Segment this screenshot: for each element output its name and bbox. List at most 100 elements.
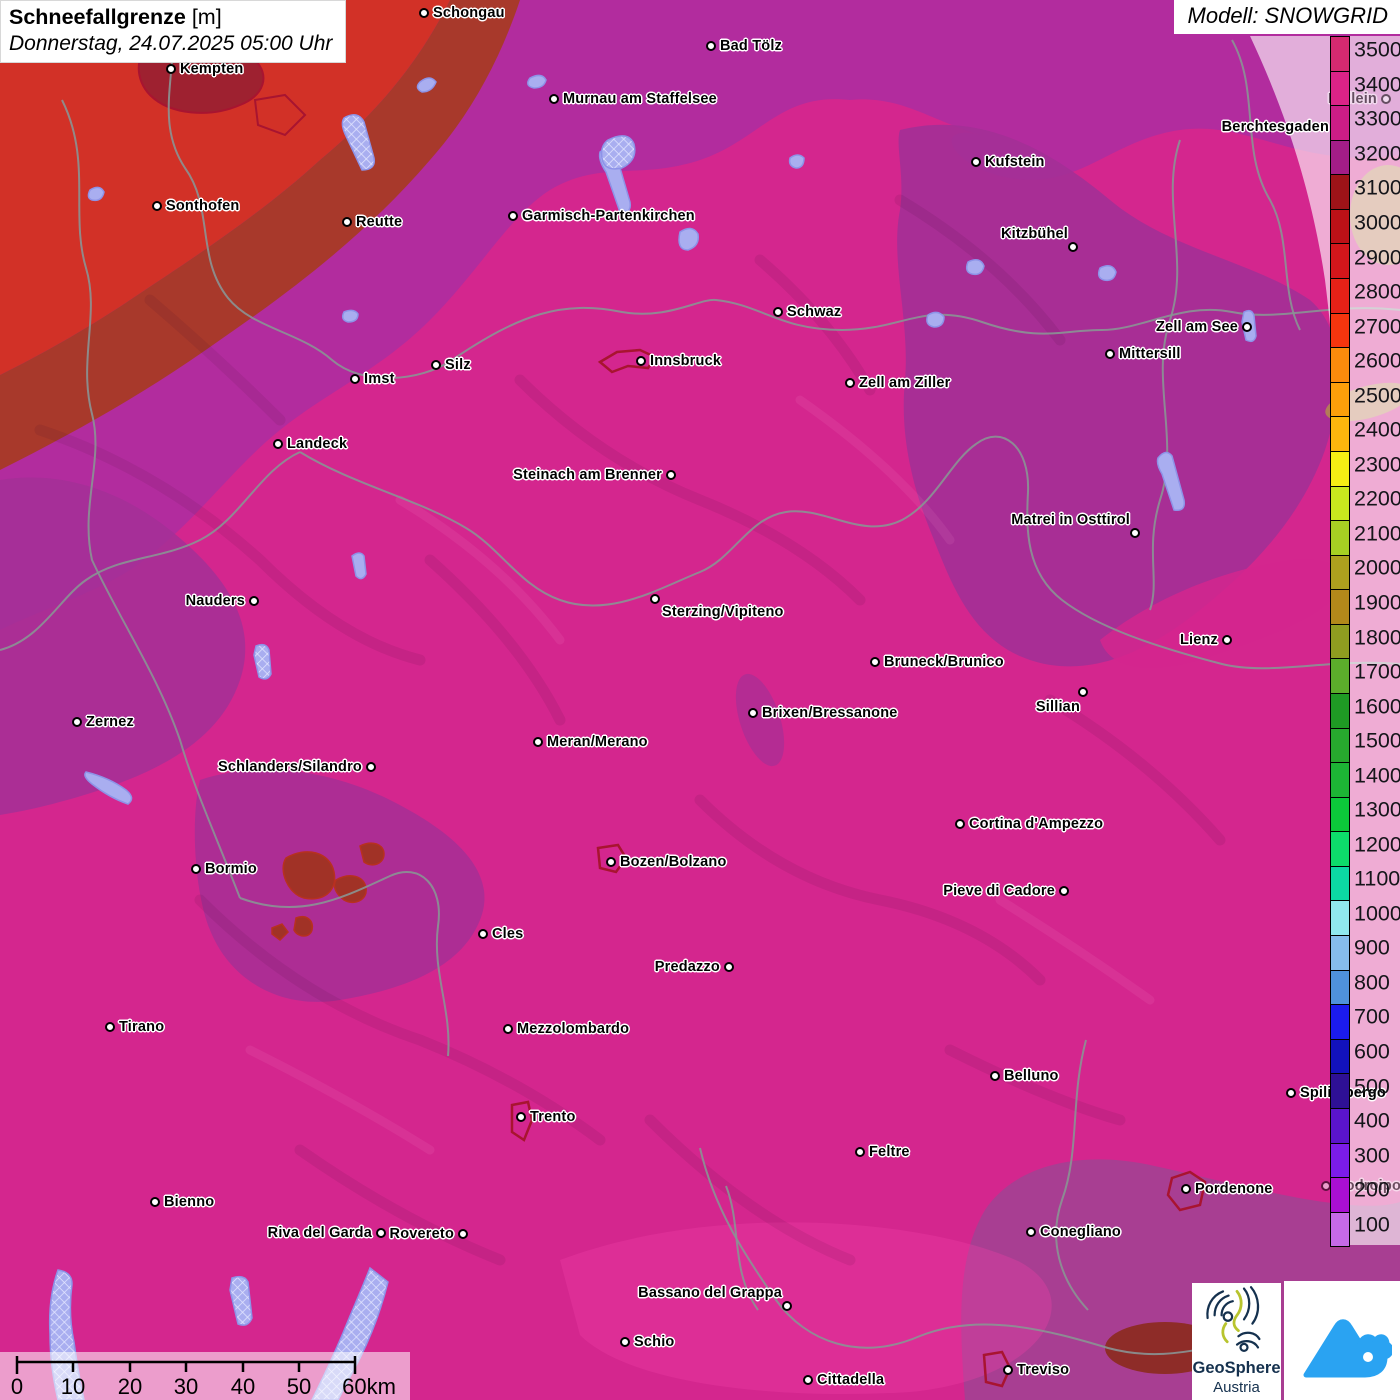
city-label: Zell am See <box>1156 319 1238 335</box>
scale-tick-label: 30 <box>173 1374 199 1399</box>
city-dot <box>1058 885 1069 896</box>
colorbar-segment <box>1331 417 1349 452</box>
colorbar-segment <box>1331 279 1349 314</box>
geosphere-logo-icon <box>1205 1286 1261 1353</box>
city-label: Sterzing/Vipiteno <box>662 604 784 620</box>
city-label: Trento <box>530 1109 576 1125</box>
city-dot <box>418 7 429 18</box>
city-dot <box>272 438 283 449</box>
city-label: Mittersill <box>1119 346 1181 362</box>
city-label: Pieve di Cadore <box>943 883 1055 899</box>
colorbar-segment <box>1331 1039 1349 1075</box>
colorbar-segment <box>1331 832 1349 867</box>
city-label: Nauders <box>185 593 245 609</box>
colorbar-segment <box>1331 901 1349 937</box>
city-dot <box>1002 1364 1013 1375</box>
city-dot <box>781 1300 792 1311</box>
colorbar-segment <box>1331 624 1349 660</box>
city-label: Kufstein <box>985 154 1045 170</box>
city-label: Silz <box>445 357 471 373</box>
city-dot <box>605 856 616 867</box>
colorbar-segment <box>1331 175 1349 210</box>
city-dot <box>507 210 518 221</box>
city-label: Reutte <box>356 214 403 230</box>
city-dot <box>71 716 82 727</box>
city-dot <box>190 863 201 874</box>
city-label: Imst <box>364 371 395 387</box>
city-dot <box>772 306 783 317</box>
colorbar-segment <box>1331 71 1349 107</box>
colorbar-segment <box>1331 486 1349 522</box>
geosphere-logo-country: Austria <box>1213 1379 1260 1396</box>
city-dot <box>502 1023 513 1034</box>
scale-tick-label: 10 <box>60 1374 86 1399</box>
colorbar-segment <box>1331 693 1349 729</box>
city-dot <box>723 961 734 972</box>
city-label: Zell am Ziller <box>859 375 951 391</box>
city-layer: Schongau Bad Tölz Kempten Murnau am Staffel… <box>0 0 1400 1400</box>
geosphere-logo: GeoSphere Austria <box>1192 1283 1281 1400</box>
city-label: Matrei in Osttirol <box>1011 512 1130 528</box>
city-label: Schwaz <box>787 304 842 320</box>
city-label: Sillian <box>1035 699 1080 715</box>
city-dot <box>1320 1180 1331 1191</box>
city-label: Riva del Garda <box>267 1225 372 1241</box>
city-label: Rovereto <box>389 1226 454 1242</box>
city-label: Garmisch-Partenkirchen <box>522 208 695 224</box>
colorbar-segment <box>1331 1212 1349 1247</box>
city-dot <box>1129 527 1140 538</box>
colorbar-segment <box>1331 209 1349 245</box>
city-dot <box>248 595 259 606</box>
city-label: Sonthofen <box>166 198 240 214</box>
title-text: Schneefallgrenze <box>9 5 186 29</box>
city-dot <box>970 156 981 167</box>
city-dot <box>430 359 441 370</box>
city-label: Bad Tölz <box>720 38 783 54</box>
scale-tick-label: 20 <box>117 1374 143 1399</box>
city-label: Belluno <box>1004 1068 1059 1084</box>
city-label: Mezzolombardo <box>517 1021 630 1037</box>
city-dot <box>477 928 488 939</box>
city-dot <box>1221 634 1232 645</box>
colorbar-segment <box>1331 1143 1349 1179</box>
colorbar-segment <box>1331 521 1349 556</box>
city-dot <box>1180 1183 1191 1194</box>
city-label: Berchtesgaden <box>1221 119 1329 135</box>
city-dot <box>1380 93 1391 104</box>
colorbar-segment <box>1331 970 1349 1006</box>
colorbar-segment <box>1331 659 1349 694</box>
city-label: Kempten <box>180 61 244 77</box>
model-label: Modell: SNOWGRID <box>1173 0 1400 34</box>
city-dot <box>649 593 660 604</box>
scale-bar: 0 10 20 30 40 50 60km <box>0 1352 410 1400</box>
colorbar-segment <box>1331 451 1349 487</box>
city-label: Treviso <box>1017 1362 1070 1378</box>
colorbar-segment <box>1331 797 1349 833</box>
city-dot <box>854 1146 865 1157</box>
city-label: Bienno <box>164 1194 215 1210</box>
city-label: Cittadella <box>817 1372 885 1388</box>
city-dot <box>515 1111 526 1122</box>
partner-logo <box>1284 1281 1400 1400</box>
colorbar-segment <box>1331 382 1349 418</box>
colorbar-segment <box>1331 866 1349 902</box>
city-label: Tirano <box>119 1019 165 1035</box>
city-label: Conegliano <box>1040 1224 1121 1240</box>
colorbar-segment <box>1331 1178 1349 1213</box>
city-dot <box>548 93 559 104</box>
city-dot <box>1285 1087 1296 1098</box>
title-box: Schneefallgrenze [m] Donnerstag, 24.07.2… <box>0 0 347 63</box>
colorbar-segment <box>1331 555 1349 591</box>
city-dot <box>635 355 646 366</box>
scale-tick-label: 60km <box>342 1374 396 1399</box>
colorbar-segment <box>1331 140 1349 176</box>
city-label: Cortina d'Ampezzo <box>969 816 1104 832</box>
city-label: Steinach am Brenner <box>513 467 662 483</box>
city-label: Cles <box>492 926 524 942</box>
colorbar-segment <box>1331 763 1349 798</box>
city-label: Lienz <box>1179 632 1218 648</box>
city-dot <box>619 1336 630 1347</box>
city-dot <box>1104 348 1115 359</box>
mountain-cloud-logo-icon <box>1303 1318 1392 1377</box>
city-label: Innsbruck <box>650 353 722 369</box>
